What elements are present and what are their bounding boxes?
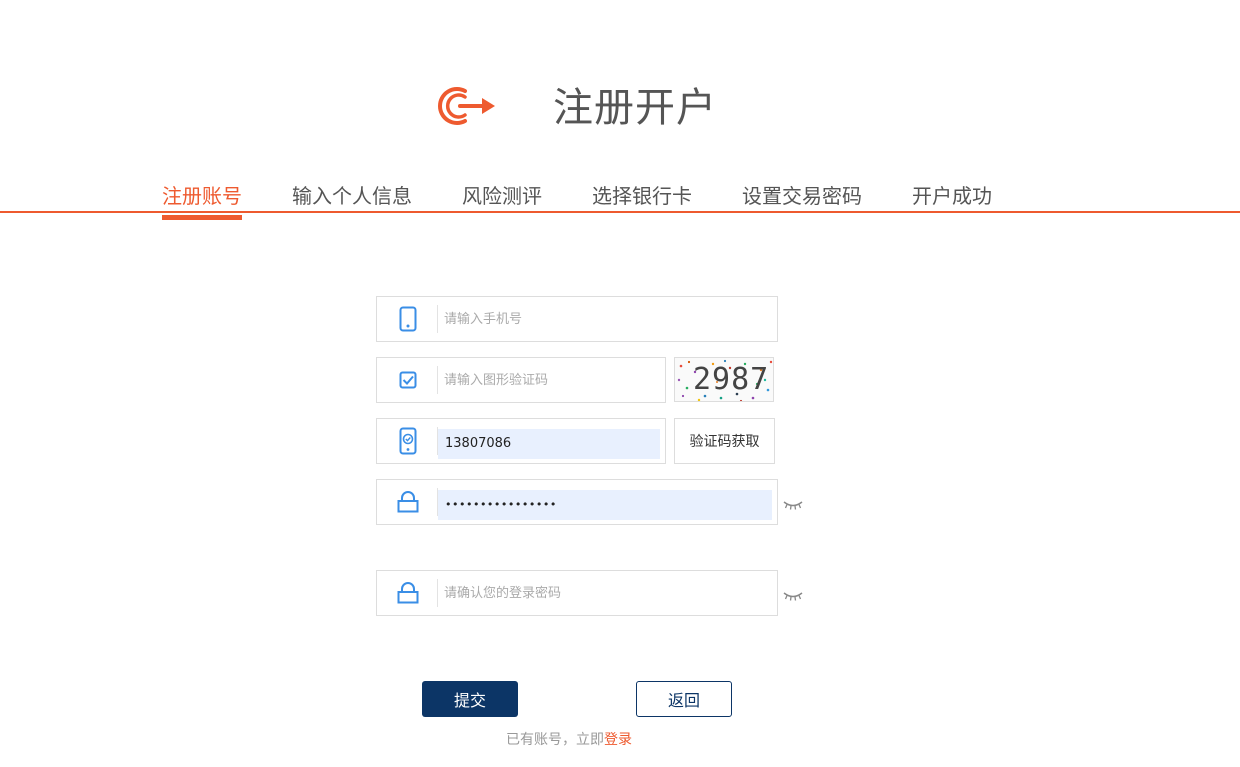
eye-closed-icon[interactable] bbox=[782, 499, 804, 511]
password-field: •••••••••••••••• bbox=[376, 479, 778, 525]
captcha-text: 2987 bbox=[693, 362, 770, 397]
sms-code-input[interactable]: 13807086 bbox=[438, 429, 660, 459]
step-register-account[interactable]: 注册账号 bbox=[162, 183, 242, 209]
page-header: 注册开户 bbox=[0, 0, 1240, 150]
lock-icon bbox=[377, 480, 438, 524]
login-hint-text: 已有账号，立即 bbox=[506, 732, 604, 748]
step-set-trade-password[interactable]: 设置交易密码 bbox=[742, 183, 862, 209]
checkbox-icon bbox=[377, 358, 438, 402]
step-risk-assessment[interactable]: 风险测评 bbox=[462, 183, 542, 209]
get-sms-code-button[interactable]: 验证码获取 bbox=[674, 418, 775, 464]
phone-verify-icon bbox=[377, 419, 438, 463]
phone-field bbox=[376, 296, 778, 342]
step-navigation: 注册账号 输入个人信息 风险测评 选择银行卡 设置交易密码 开户成功 bbox=[0, 180, 1240, 220]
step-select-bank-card[interactable]: 选择银行卡 bbox=[592, 183, 692, 209]
step-divider-line bbox=[0, 211, 1240, 213]
lock-icon bbox=[377, 571, 438, 615]
submit-button[interactable]: 提交 bbox=[422, 681, 518, 717]
active-step-indicator bbox=[162, 215, 242, 220]
captcha-field bbox=[376, 357, 666, 403]
phone-input[interactable] bbox=[438, 297, 777, 341]
back-button[interactable]: 返回 bbox=[636, 681, 732, 717]
mobile-phone-icon bbox=[377, 297, 438, 341]
password-input[interactable]: •••••••••••••••• bbox=[438, 490, 772, 520]
login-link[interactable]: 登录 bbox=[604, 732, 632, 748]
power-arrow-icon bbox=[438, 87, 495, 125]
login-hint: 已有账号，立即登录 bbox=[506, 730, 632, 750]
captcha-image[interactable]: 2987 bbox=[674, 357, 774, 402]
eye-closed-icon[interactable] bbox=[782, 590, 804, 602]
step-personal-info[interactable]: 输入个人信息 bbox=[292, 183, 412, 209]
step-account-opened[interactable]: 开户成功 bbox=[912, 183, 992, 209]
confirm-password-input[interactable] bbox=[438, 571, 777, 615]
sms-code-field: 13807086 bbox=[376, 418, 666, 464]
page-title: 注册开户 bbox=[553, 85, 717, 131]
captcha-input[interactable] bbox=[438, 358, 665, 402]
confirm-password-field bbox=[376, 570, 778, 616]
